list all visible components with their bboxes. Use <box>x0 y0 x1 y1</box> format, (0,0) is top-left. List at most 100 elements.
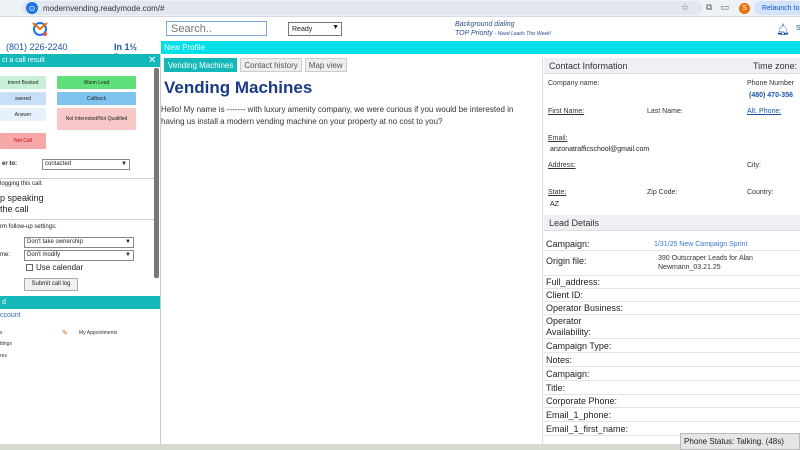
agent-status-value: Ready <box>292 25 313 33</box>
menu-item-1[interactable]: s <box>0 330 3 336</box>
tab-contact-history[interactable]: Contact history <box>240 58 302 72</box>
lead-detail-label: Title: <box>546 383 566 393</box>
relaunch-button[interactable]: Relaunch to <box>754 1 800 15</box>
use-calendar-checkbox[interactable] <box>26 264 33 271</box>
first-name-label: First Name: <box>548 108 585 115</box>
appointment-booked-button[interactable]: tment Booked <box>0 76 46 89</box>
top-priority-note: - Need Leads This Week! <box>494 31 552 37</box>
do-not-call-button[interactable]: Not Call <box>0 133 46 149</box>
answered-button[interactable]: swered <box>0 92 46 105</box>
account-link[interactable]: ccount <box>0 312 21 319</box>
state-value[interactable]: AZ <box>550 201 559 208</box>
city-label: City: <box>747 162 761 169</box>
contact-info-title: Contact Information <box>549 61 628 71</box>
script-panel: Vending Machines Contact history Map vie… <box>161 58 543 444</box>
no-answer-button[interactable]: Answer <box>0 108 46 121</box>
lead-detail-row: Notes: <box>544 354 800 367</box>
lead-detail-label: Operator Availability: <box>546 316 591 337</box>
chevron-down-icon: ▼ <box>332 24 339 31</box>
site-info-icon[interactable]: ⊙ <box>26 2 38 14</box>
bookmark-star-icon[interactable]: ☆ <box>681 2 689 13</box>
lead-info-panel: Contact Information Time zone: Company n… <box>544 58 800 444</box>
caller-phone-number: (801) 226-2240 <box>6 42 68 52</box>
readymode-logo-icon[interactable] <box>30 20 50 38</box>
lead-detail-row: Operator Availability: <box>544 315 800 339</box>
background-dialing-info: Background dialing TOP Priority - Need L… <box>455 20 551 39</box>
search-input[interactable] <box>166 21 267 36</box>
chevron-down-icon: ▼ <box>121 161 127 167</box>
submit-call-log-button[interactable]: Submit call log <box>24 278 78 291</box>
lead-detail-row: Email_1_phone: <box>544 409 800 422</box>
tab-map-view[interactable]: Map view <box>304 58 347 72</box>
app-header: Ready ▼ Background dialing TOP Priority … <box>0 17 800 41</box>
account-section-header: d <box>0 296 160 309</box>
phone-number-value[interactable]: (480) 470-356 <box>749 92 793 99</box>
transfer-to-value: contacted <box>45 161 72 167</box>
transfer-to-label: er to: <box>2 161 17 167</box>
lead-detail-value[interactable]: 1/31/25 New Campaign Sprint <box>654 240 747 249</box>
my-appointments-link[interactable]: My Appointments <box>79 330 117 336</box>
state-label: State: <box>548 189 567 196</box>
lead-detail-label: Origin file: <box>546 256 587 266</box>
not-interested-button[interactable]: Not Interested/Not Qualified <box>57 108 136 130</box>
lead-detail-row: Campaign Type: <box>544 340 800 353</box>
warm-lead-button[interactable]: Warm Lead <box>57 76 136 89</box>
menu-item-3[interactable]: res <box>0 353 7 359</box>
alt-phone-link[interactable]: Alt. Phone: <box>747 108 781 115</box>
lead-detail-label: Operator Business: <box>546 303 624 313</box>
script-tabs: Vending Machines Contact history Map vie… <box>164 58 347 72</box>
lead-detail-label: Campaign: <box>546 239 590 249</box>
lead-detail-value[interactable]: 390 Outscraper Leads for Alan Newmann_03… <box>658 254 798 272</box>
phone-number-label: Phone Number <box>747 80 795 87</box>
ownership-select[interactable]: Don't take ownership ▼ <box>24 237 134 248</box>
close-icon[interactable]: ✕ <box>148 54 156 67</box>
menu-item-settings[interactable]: ttings <box>0 341 12 347</box>
lead-detail-row: Title: <box>544 382 800 395</box>
profile-avatar[interactable]: S <box>739 3 750 14</box>
new-profile-bar: New Profile <box>161 41 800 54</box>
lead-detail-label: Campaign Type: <box>546 341 612 351</box>
caller-phone-bar: (801) 226-2240 In 1½ Days <box>0 41 161 62</box>
modify-time-select[interactable]: Don't modify ▼ <box>24 250 134 261</box>
address-bar[interactable]: ⊙ modernvending.readymode.com/# <box>22 1 702 15</box>
callback-button[interactable]: Callback <box>57 92 136 105</box>
lead-detail-row: Operator Business: <box>544 302 800 315</box>
agent-status-select[interactable]: Ready ▼ <box>288 22 342 36</box>
lead-detail-label: Email_1_phone: <box>546 410 612 420</box>
divider <box>0 178 155 179</box>
url-text: modernvending.readymode.com/# <box>43 3 165 13</box>
call-script-text: Hello! My name is ------- with luxury am… <box>161 105 514 126</box>
tab-vending-machines[interactable]: Vending Machines <box>164 58 238 72</box>
ownership-value: Don't take ownership <box>27 239 83 245</box>
appointments-icon: ✎ <box>62 330 68 337</box>
call-result-panel: ct a call result ✕ tment Booked Warm Lea… <box>0 54 161 444</box>
lead-detail-label: Email_1_first_name: <box>546 424 629 434</box>
notifications-bell-icon[interactable]: 🔔︎ <box>776 23 790 36</box>
email-label: Email: <box>548 135 568 142</box>
sidepanel-icon[interactable]: ▭ <box>720 2 729 13</box>
header-user-initial[interactable]: S <box>796 25 800 32</box>
lead-detail-row: Campaign: 1/31/25 New Campaign Sprint <box>544 238 800 251</box>
lead-detail-label: Corporate Phone: <box>546 396 618 406</box>
stop-speaking-option[interactable]: p speaking <box>0 193 44 203</box>
extensions-icon[interactable]: ⧉ <box>706 2 712 13</box>
timezone-label: Time zone: <box>753 61 798 71</box>
country-label: Country: <box>747 189 774 196</box>
phone-status-badge: Phone Status: Talking. (48s) <box>680 433 800 450</box>
email-value[interactable]: arizonatrafficschool@gmail.com <box>550 146 649 153</box>
use-calendar-label: Use calendar <box>36 263 84 272</box>
followup-settings-label: rm follow-up settings: <box>0 224 57 230</box>
transfer-to-select[interactable]: contacted ▼ <box>42 159 130 170</box>
script-heading: Vending Machines <box>164 78 313 97</box>
lead-detail-label: Notes: <box>546 355 573 365</box>
lead-detail-label: Client ID: <box>546 290 584 300</box>
panel-scrollbar[interactable] <box>154 68 159 278</box>
the-call-option[interactable]: the call <box>0 204 29 214</box>
top-priority-label: TOP Priority <box>455 30 493 37</box>
address-label: Address: <box>548 162 576 169</box>
lead-detail-row: Campaign: <box>544 368 800 381</box>
contact-info-header: Contact Information Time zone: <box>544 58 800 74</box>
last-name-label: Last Name: <box>647 108 683 115</box>
chevron-down-icon: ▼ <box>125 239 131 245</box>
chevron-down-icon: ▼ <box>125 252 131 258</box>
